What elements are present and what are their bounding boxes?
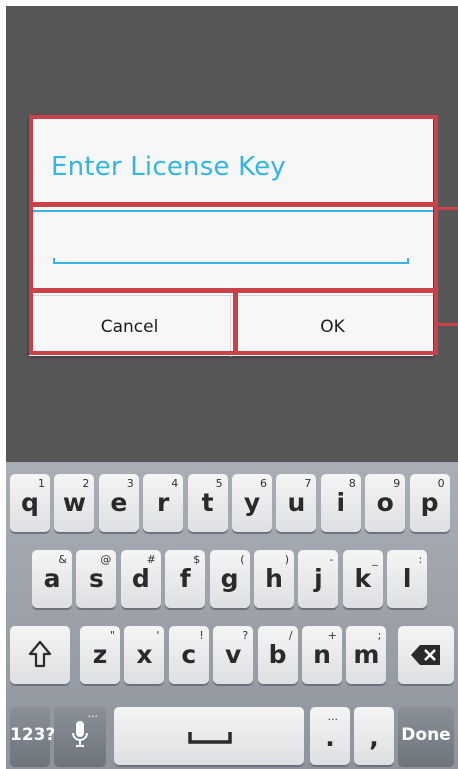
key-v[interactable]: ? v (213, 626, 254, 684)
key-l[interactable]: :l (387, 550, 428, 608)
key-m[interactable]: ; m (346, 626, 387, 684)
key-p[interactable]: 0p (409, 474, 450, 532)
highlight-title-area (29, 115, 438, 206)
voice-input-key[interactable]: ··· (54, 707, 106, 765)
period-key-label: . (325, 723, 335, 752)
key-label: f (179, 564, 191, 593)
backspace-icon (410, 644, 442, 670)
shift-arrow-icon (28, 640, 52, 672)
key-b[interactable]: / b (257, 626, 298, 684)
key-e[interactable]: 3e (98, 474, 139, 532)
key-s[interactable]: @ s (76, 550, 117, 608)
key-z[interactable]: " z (80, 626, 120, 684)
backspace-key[interactable] (398, 626, 454, 684)
key-label: q (21, 488, 39, 517)
key-g[interactable]: (g (209, 550, 250, 608)
key-label: i (336, 488, 346, 517)
key-label: a (43, 564, 61, 593)
key-label: k (354, 564, 372, 593)
period-key[interactable]: ... . (310, 707, 350, 765)
key-label: c (181, 640, 197, 669)
key-label: d (131, 564, 150, 593)
key-c[interactable]: ! c (168, 626, 209, 684)
key-label: h (265, 564, 283, 593)
key-label: g (220, 564, 239, 593)
key-label: x (136, 640, 153, 669)
key-f[interactable]: $ f (165, 550, 206, 608)
microphone-icon (70, 719, 90, 755)
key-t[interactable]: 5t (187, 474, 228, 532)
shift-key[interactable] (10, 626, 70, 684)
key-j[interactable]: -j (298, 550, 339, 608)
key-label: e (110, 488, 128, 517)
key-h[interactable]: ) h (254, 550, 294, 608)
key-label: s (88, 564, 104, 593)
key-r[interactable]: 4r (143, 474, 184, 532)
app-screen: Enter License Key Cancel OK 1q2w3e4r5t6y… (6, 6, 458, 769)
key-label: b (268, 640, 287, 669)
key-w[interactable]: 2w (54, 474, 95, 532)
highlight-connector-line (438, 207, 458, 210)
space-key[interactable] (114, 707, 304, 765)
key-k[interactable]: _ k (342, 550, 383, 608)
key-y[interactable]: 6y (232, 474, 272, 532)
highlight-connector-line (438, 323, 458, 326)
key-label: t (201, 488, 214, 517)
key-d[interactable]: # d (120, 550, 161, 608)
key-label: z (92, 640, 108, 669)
key-q[interactable]: 1q (10, 474, 50, 532)
key-i[interactable]: 8i (320, 474, 361, 532)
key-x[interactable]: ' x (124, 626, 165, 684)
key-label: l (402, 564, 412, 593)
key-label: u (287, 488, 306, 517)
highlight-cancel-button (29, 289, 237, 355)
on-screen-keyboard: 1q2w3e4r5t6y7u8i9o0p & a @ s # d $ f(g) h - j _ k: l … (6, 462, 458, 769)
key-label: p (420, 488, 439, 517)
key-n[interactable]: + n (302, 626, 342, 684)
key-label: y (243, 488, 261, 517)
key-o[interactable]: 9o (365, 474, 406, 532)
highlight-ok-button (234, 289, 438, 355)
key-label: o (376, 488, 394, 517)
symbols-key-label: 123? (10, 725, 56, 745)
key-label: j (314, 564, 323, 593)
space-bar-icon (188, 729, 232, 748)
key-label: m (353, 640, 380, 669)
comma-key-label: , (369, 723, 379, 752)
comma-key[interactable]: , (354, 707, 394, 765)
done-key[interactable]: Done (398, 707, 454, 765)
key-u[interactable]: 7u (276, 474, 317, 532)
key-label: v (225, 640, 242, 669)
highlight-input-area (29, 203, 438, 292)
done-key-label: Done (401, 725, 451, 745)
symbols-key[interactable]: 123? (10, 707, 56, 765)
key-label: w (62, 488, 86, 517)
key-a[interactable]: & a (32, 550, 72, 608)
key-label: n (313, 640, 331, 669)
key-label: r (157, 488, 170, 517)
